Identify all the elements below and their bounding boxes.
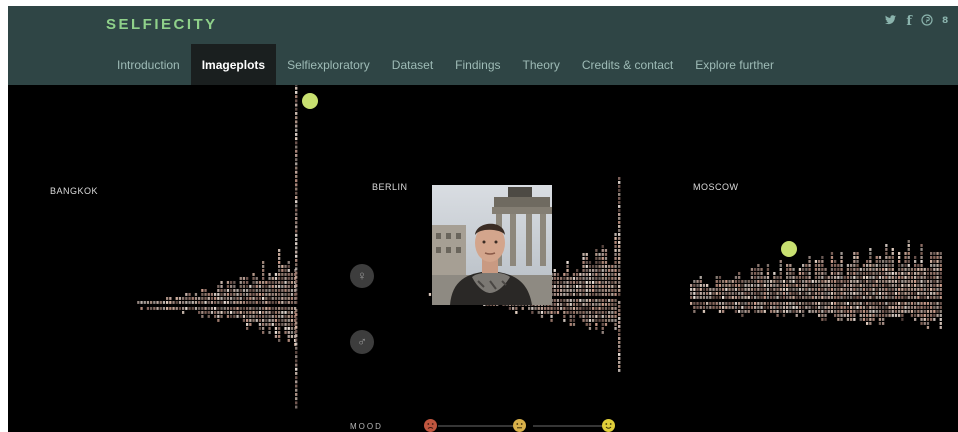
female-filter-button[interactable]: ♀	[350, 264, 374, 288]
selfie-image	[432, 185, 552, 305]
tab-findings[interactable]: Findings	[444, 44, 511, 85]
mood-neutral-icon[interactable]	[513, 419, 526, 432]
google-plus-icon[interactable]: 8	[942, 14, 952, 30]
pinterest-icon[interactable]	[921, 14, 933, 30]
main-nav: Introduction Imageplots Selfiexploratory…	[106, 44, 785, 85]
highlight-marker-bangkok[interactable]	[302, 93, 318, 109]
imageplot-stage: BANGKOK BERLIN MOSCOW ♀ ♂ MOOD	[8, 85, 958, 432]
svg-text:8: 8	[942, 16, 948, 26]
tab-explore-further[interactable]: Explore further	[684, 44, 785, 85]
mood-happy-icon[interactable]	[602, 419, 615, 432]
selected-selfie-photo[interactable]	[432, 185, 552, 305]
twitter-icon[interactable]	[884, 14, 897, 30]
site-logo[interactable]: SELFIECITY	[106, 16, 218, 34]
tab-theory[interactable]: Theory	[512, 44, 571, 85]
tab-selfiexploratory[interactable]: Selfiexploratory	[276, 44, 381, 85]
social-links: f 8	[884, 14, 952, 30]
site-header: SELFIECITY f 8 Introduction Imageplots S…	[8, 6, 958, 85]
male-icon: ♂	[357, 334, 367, 349]
female-icon: ♀	[357, 268, 367, 283]
male-filter-button[interactable]: ♂	[350, 330, 374, 354]
page-frame: SELFIECITY f 8 Introduction Imageplots S…	[0, 0, 958, 432]
mood-sad-icon[interactable]	[424, 419, 437, 432]
city-label-berlin: BERLIN	[372, 182, 408, 192]
city-label-moscow: MOSCOW	[693, 182, 739, 192]
mood-label: MOOD	[350, 422, 383, 431]
city-label-bangkok: BANGKOK	[50, 186, 99, 196]
tab-imageplots[interactable]: Imageplots	[190, 44, 277, 85]
tab-introduction[interactable]: Introduction	[106, 44, 191, 85]
tab-credits-contact[interactable]: Credits & contact	[571, 44, 684, 85]
tab-dataset[interactable]: Dataset	[381, 44, 444, 85]
highlight-marker-moscow[interactable]	[781, 241, 797, 257]
facebook-icon[interactable]: f	[906, 14, 912, 30]
